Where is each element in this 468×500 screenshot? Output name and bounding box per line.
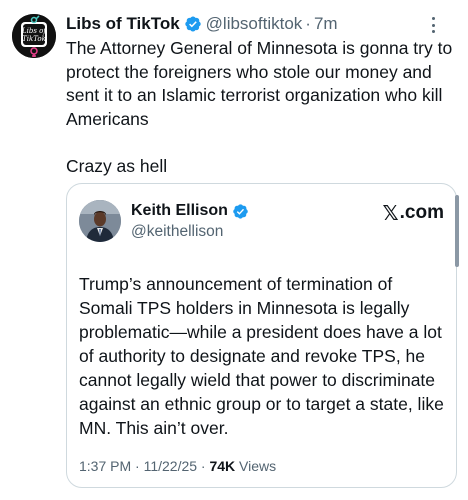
author-name[interactable]: Libs of TikTok	[66, 14, 180, 34]
quote-line: MN. This ain’t over.	[79, 418, 229, 438]
views-label: Views	[235, 458, 277, 474]
tweet[interactable]: Libs of TikTok Libs of TikTok @libsoftik…	[0, 0, 468, 500]
avatar-line-1: Libs of	[21, 27, 47, 35]
verified-badge-icon[interactable]	[232, 203, 249, 220]
quote-line: cannot legally wield that power to discr…	[79, 370, 436, 390]
quote-timestamp[interactable]: 1:37 PM · 11/22/25 ·	[79, 458, 209, 474]
quote-line: Trump’s announcement of termination of	[79, 274, 393, 294]
quote-metadata: 1:37 PM · 11/22/25 · 74K Views	[79, 458, 276, 474]
quote-line: Somali TPS holders in Minnesota is legal…	[79, 298, 410, 318]
x-logo-icon: 𝕏	[382, 201, 399, 225]
tweet-time[interactable]: 7m	[314, 14, 338, 34]
views-count: 74K	[209, 458, 236, 474]
author-handle[interactable]: @libsoftiktok	[206, 14, 303, 34]
tweet-paragraph: The Attorney General of Minnesota is gon…	[66, 38, 453, 129]
scrollbar[interactable]	[455, 195, 459, 267]
quote-line: of authority to designate and revoke TPS…	[79, 346, 426, 366]
quote-author-name[interactable]: Keith Ellison	[131, 202, 228, 220]
tweet-paragraph: Crazy as hell	[66, 155, 168, 176]
author-avatar[interactable]: Libs of TikTok	[12, 14, 56, 58]
more-options-icon[interactable]	[424, 16, 442, 34]
quote-line: against an ethnic group or to target a s…	[79, 394, 444, 414]
quoted-tweet-card[interactable]: Keith Ellison @keithellison 𝕏 .com Trump…	[66, 183, 457, 488]
quote-author-handle[interactable]: @keithellison	[131, 223, 223, 241]
person-photo-icon	[79, 200, 121, 242]
quote-body: Trump’s announcement of termination of S…	[79, 272, 451, 440]
quote-source-label: .com	[399, 202, 444, 223]
tweet-header: Libs of TikTok @libsoftiktok · 7m	[66, 12, 338, 36]
verified-badge-icon[interactable]	[184, 15, 202, 33]
tweet-body: The Attorney General of Minnesota is gon…	[66, 37, 458, 178]
quote-source-link[interactable]: 𝕏 .com	[383, 201, 444, 225]
avatar-line-2: TikTok	[22, 35, 46, 43]
quote-line: problematic—while a president does have …	[79, 322, 442, 342]
libs-of-tiktok-logo-icon: Libs of TikTok	[12, 14, 56, 58]
separator-dot: ·	[305, 14, 311, 33]
quote-author-avatar[interactable]	[79, 200, 121, 242]
quote-author-row: Keith Ellison	[131, 202, 249, 220]
